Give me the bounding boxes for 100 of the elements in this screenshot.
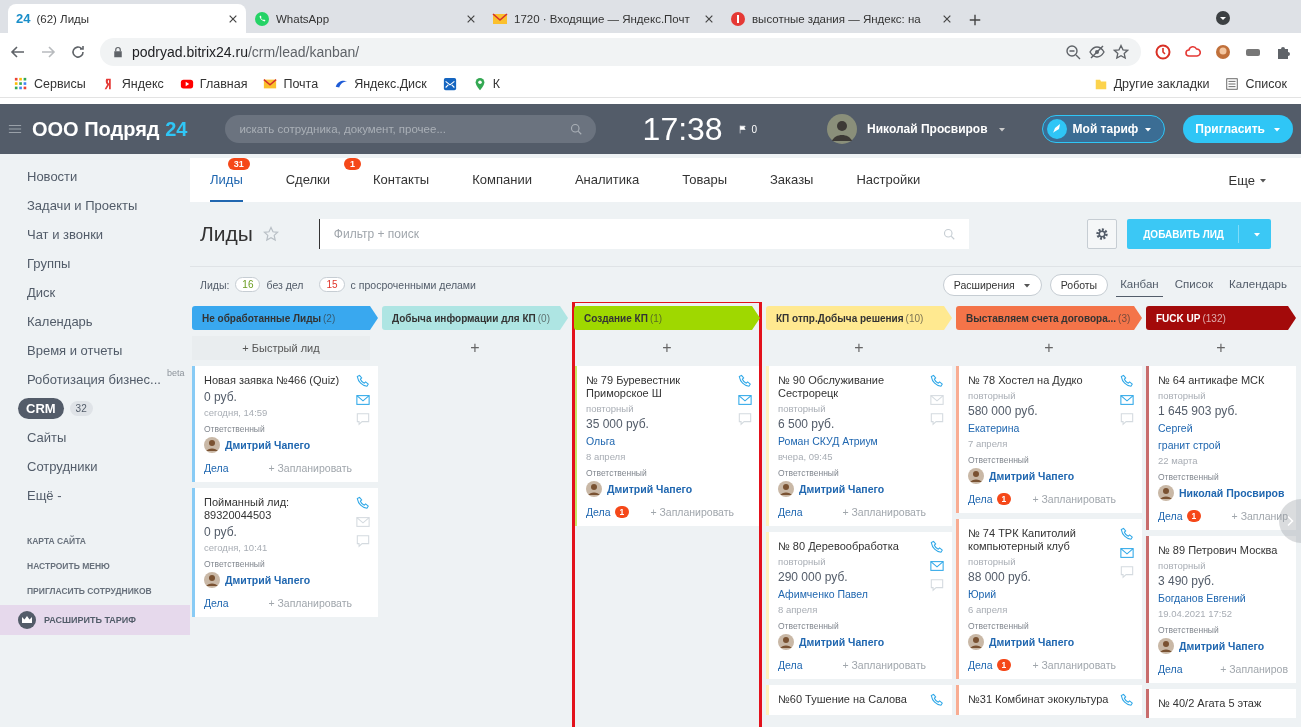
tasks-link[interactable]: Дела xyxy=(778,659,803,671)
tasks-link[interactable]: Дела xyxy=(204,597,229,609)
contact-link[interactable]: гранит строй xyxy=(1158,438,1288,452)
sidebar-item[interactable]: Новости xyxy=(0,162,190,191)
mail-icon[interactable] xyxy=(356,515,370,529)
sidebar-item[interactable]: Ещё - xyxy=(0,481,190,510)
stage-header[interactable]: Создание КП (1) xyxy=(574,306,760,330)
add-lead-button[interactable]: + xyxy=(382,336,568,360)
bookmark[interactable]: Главная xyxy=(179,76,248,91)
nav-tab[interactable]: Настройки xyxy=(856,158,942,202)
responsible-link[interactable]: Дмитрий Чапего xyxy=(607,483,693,495)
lead-card[interactable]: № 90 Обслуживание Сестрорецк повторный 6 500 руб. Роман СКУД Атриум вчера, 09:45 Ответственный Дмитрий Чапего Дела + Запланировать xyxy=(766,366,952,526)
nav-tab[interactable]: Компании xyxy=(472,158,553,202)
nav-tab[interactable]: Заказы xyxy=(770,158,835,202)
counter-badge[interactable]: 16 xyxy=(235,277,261,292)
mail-icon[interactable] xyxy=(1120,393,1134,407)
sidebar-item[interactable]: Сотрудники xyxy=(0,452,190,481)
contact-link[interactable]: Сергей xyxy=(1158,421,1288,435)
sidebar-item[interactable]: Группы xyxy=(0,249,190,278)
view-tab[interactable]: Канбан xyxy=(1116,272,1163,297)
mail-icon[interactable] xyxy=(930,393,944,407)
bookmark[interactable]: Почта xyxy=(263,76,319,91)
bookmark[interactable]: Другие закладки xyxy=(1093,76,1210,91)
sidebar-item[interactable]: Время и отчеты xyxy=(0,336,190,365)
mail-icon[interactable] xyxy=(1120,546,1134,560)
extensions-button[interactable]: Расширения xyxy=(942,273,1042,296)
browser-tab[interactable]: 24 (62) Лиды xyxy=(8,4,246,33)
contact-link[interactable]: Богданов Евгений xyxy=(1158,591,1288,605)
mail-icon[interactable] xyxy=(738,393,752,407)
responsible-link[interactable]: Дмитрий Чапего xyxy=(225,574,311,586)
view-tab[interactable]: Календарь xyxy=(1224,272,1291,297)
lead-card[interactable]: № 64 антикафе МСК повторный 1 645 903 руб. Сергей гранит строй 22 марта Ответственный Николай Просвиров Дела 1 + Запланир xyxy=(1146,366,1296,530)
more-menu[interactable]: Еще xyxy=(1222,171,1273,189)
sidebar-item[interactable]: Календарь xyxy=(0,307,190,336)
lead-card[interactable]: Новая заявка №466 (Quiz) 0 руб. сегодня, 14:59 Ответственный Дмитрий Чапего Дела + Запланировать xyxy=(192,366,378,482)
responsible-link[interactable]: Дмитрий Чапего xyxy=(799,483,885,495)
lead-card[interactable]: № 89 Петрович Москва повторный 3 490 руб. Богданов Евгений 19.04.2021 17:52 Ответственный Дмитрий Чапего Дела + Запланиров xyxy=(1146,536,1296,683)
robots-button[interactable]: Роботы xyxy=(1049,273,1109,296)
counter-badge[interactable]: 15 xyxy=(319,277,345,292)
stage-header[interactable]: Добыча информации для КП (0) xyxy=(382,306,568,330)
nav-tab[interactable]: Контакты xyxy=(373,158,451,202)
bookmark[interactable]: Сервисы xyxy=(14,76,86,91)
lead-card[interactable]: № 78 Хостел на Дудко повторный 580 000 руб. Екатерина 7 апреля Ответственный Дмитрий Чапего Дела 1 + Запланировать xyxy=(956,366,1142,513)
bookmark[interactable]: Яндекс.Диск xyxy=(334,76,427,91)
bookmark[interactable]: К xyxy=(472,76,501,91)
lead-card[interactable]: № 79 Буревестник Приморское Ш повторный 35 000 руб. Ольга 8 апреля Ответственный Дмитрий Чапего Дела 1 + Запланировать xyxy=(574,366,760,526)
responsible-link[interactable]: Дмитрий Чапего xyxy=(225,439,311,451)
lead-card[interactable]: № 74 ТРК Капитолий компьютерный клуб повторный 88 000 руб. Юрий 6 апреля Ответственный Дмитрий Чапего Дела 1 + Запланировать xyxy=(956,519,1142,679)
user-name[interactable]: Николай Просвиров xyxy=(867,122,988,136)
browser-tab[interactable]: WhatsApp xyxy=(246,4,484,33)
stage-header[interactable]: Выставляем счета договора... (3) xyxy=(956,306,1142,330)
stage-header[interactable]: Не обработанные Лиды (2) xyxy=(192,306,378,330)
stage-header[interactable]: FUCK UP (132) xyxy=(1146,306,1296,330)
add-lead-button[interactable]: + xyxy=(1146,336,1296,360)
contact-link[interactable]: Афимченко Павел xyxy=(778,587,926,601)
bookmark[interactable]: Список xyxy=(1225,76,1287,91)
sidebar-item[interactable]: Сайты xyxy=(0,423,190,452)
upgrade-item[interactable]: РАСШИРИТЬ ТАРИФ xyxy=(0,605,190,635)
nav-tab[interactable]: Аналитика xyxy=(574,158,661,202)
lead-card[interactable]: №60 Тушение на Салова xyxy=(766,685,952,715)
stage-header[interactable]: КП отпр.Добыча решения (10) xyxy=(766,306,952,330)
nav-tab[interactable]: Товары xyxy=(682,158,748,202)
contact-link[interactable]: Роман СКУД Атриум xyxy=(778,434,926,448)
responsible-link[interactable]: Дмитрий Чапего xyxy=(799,636,885,648)
tasks-link[interactable]: Дела xyxy=(968,493,993,505)
tasks-link[interactable]: Дела xyxy=(968,659,993,671)
browser-tab[interactable]: высотные здания — Яндекс: на xyxy=(722,4,960,33)
bookmark[interactable]: Яндекс xyxy=(101,76,164,91)
browser-tab[interactable]: 1720 · Входящие — Яндекс.Почт xyxy=(484,4,722,33)
plan-button[interactable]: Мой тариф xyxy=(1041,115,1166,143)
tasks-link[interactable]: Дела xyxy=(778,506,803,518)
settings-button[interactable] xyxy=(1087,219,1118,249)
add-lead-button[interactable]: + xyxy=(956,336,1142,360)
tasks-link[interactable]: Дела xyxy=(586,506,611,518)
mail-icon[interactable] xyxy=(930,559,944,573)
company-logo[interactable]: ООО Подряд 24 xyxy=(32,117,188,141)
responsible-link[interactable]: Дмитрий Чапего xyxy=(1179,640,1265,652)
lead-card[interactable]: № 40/2 Агата 5 этаж xyxy=(1146,689,1296,718)
contact-link[interactable]: Юрий xyxy=(968,587,1116,601)
sidebar-link[interactable]: КАРТА САЙТА xyxy=(0,528,190,553)
add-lead-button[interactable]: + xyxy=(766,336,952,360)
responsible-link[interactable]: Дмитрий Чапего xyxy=(989,636,1075,648)
responsible-link[interactable]: Николай Просвиров xyxy=(1179,487,1285,499)
lead-card[interactable]: Пойманный лид: 89320044503 0 руб. сегодня, 10:41 Ответственный Дмитрий Чапего Дела + Запланировать xyxy=(192,488,378,617)
add-lead-button[interactable]: + Быстрый лид xyxy=(192,336,370,360)
contact-link[interactable]: Екатерина xyxy=(968,421,1116,435)
sidebar-link[interactable]: ПРИГЛАСИТЬ СОТРУДНИКОВ xyxy=(0,578,190,603)
sidebar-link[interactable]: НАСТРОИТЬ МЕНЮ xyxy=(0,553,190,578)
tasks-link[interactable]: Дела xyxy=(1158,663,1183,675)
lead-card[interactable]: №31 Комбинат экокультура xyxy=(956,685,1142,715)
add-lead-button[interactable]: + xyxy=(574,336,760,360)
sidebar-item[interactable]: Диск xyxy=(0,278,190,307)
tasks-link[interactable]: Дела xyxy=(204,462,229,474)
mail-icon[interactable] xyxy=(356,393,370,407)
tasks-link[interactable]: Дела xyxy=(1158,510,1183,522)
address-field[interactable]: podryad.bitrix24.ru/crm/lead/kanban/ xyxy=(100,37,1141,66)
view-tab[interactable]: Список xyxy=(1170,272,1217,297)
sidebar-item[interactable]: Задачи и Проекты xyxy=(0,191,190,220)
sidebar-item[interactable]: CRM 32 xyxy=(0,394,190,423)
sidebar-item[interactable]: Роботизация бизнес... beta xyxy=(0,365,190,394)
